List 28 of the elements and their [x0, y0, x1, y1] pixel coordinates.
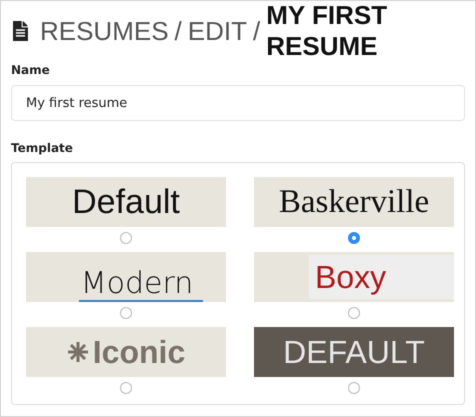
preview-text: Modern [78, 269, 204, 302]
name-field[interactable]: My first resume [11, 85, 465, 121]
template-preview[interactable]: Iconic [26, 327, 226, 377]
radio-button[interactable] [120, 307, 132, 319]
radio-button[interactable] [120, 382, 132, 394]
asterisk-icon [66, 341, 89, 363]
preview-text: Default [72, 185, 180, 219]
radio-button[interactable] [120, 232, 132, 244]
radio-button[interactable] [348, 232, 360, 244]
template-preview[interactable]: Modern [26, 252, 226, 302]
template-preview[interactable]: Boxy [254, 252, 454, 302]
breadcrumb-separator: / [253, 16, 260, 46]
breadcrumb-link[interactable]: EDIT [188, 16, 247, 46]
template-preview[interactable]: DEFAULT [254, 327, 454, 377]
preview-text: Iconic [92, 336, 186, 368]
template-preview[interactable]: Default [26, 177, 226, 227]
preview-text: Boxy [309, 255, 454, 299]
field-label: Name [11, 63, 51, 77]
radio-button[interactable] [348, 307, 360, 319]
breadcrumb-separator: / [174, 16, 182, 46]
preview-text: Baskerville [278, 186, 430, 218]
breadcrumb-link[interactable]: RESUMES [40, 16, 169, 46]
preview-text: DEFAULT [283, 336, 425, 368]
template-preview[interactable]: Baskerville [254, 177, 454, 227]
page-title: MY FIRST RESUME [266, 0, 388, 62]
radio-button[interactable] [348, 382, 360, 394]
document-icon [13, 19, 28, 43]
field-label: Template [11, 141, 74, 155]
